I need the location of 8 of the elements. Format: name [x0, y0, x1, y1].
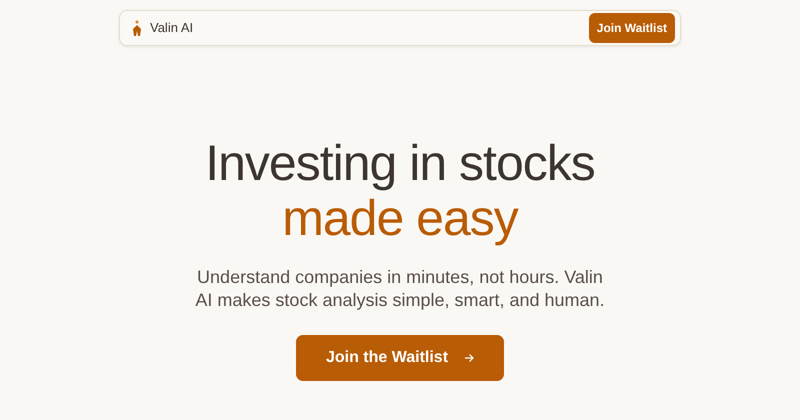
hero-subtitle: Understand companies in minutes, not hours. Valin AI makes stock analysis simple, smart, and human.	[194, 266, 606, 312]
arrow-icon	[464, 352, 474, 363]
logo-icon	[132, 20, 142, 36]
hero-title-highlight: made easy	[282, 191, 520, 246]
hero-title: Investing in stocks	[204, 136, 596, 191]
join-the-waitlist-button[interactable]: Join the Waitlist	[296, 334, 504, 381]
join-waitlist-button[interactable]: Join Waitlist	[588, 13, 675, 43]
brand-name[interactable]: Valin AI	[150, 18, 194, 38]
